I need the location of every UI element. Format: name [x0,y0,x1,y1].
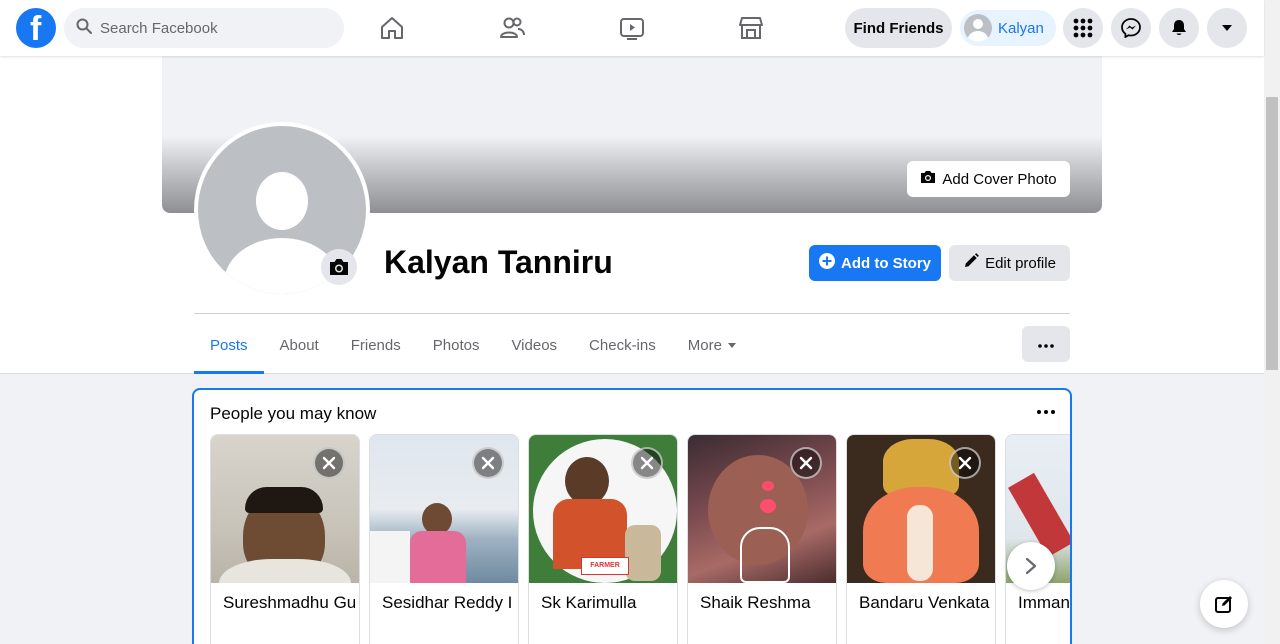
people-you-may-know-panel: People you may know Sureshmadhu Gu Sesid… [192,388,1072,644]
person-name[interactable]: Sureshmadhu Gu [223,593,359,613]
person-card[interactable]: Bandaru Venkata [846,434,996,644]
tab-more[interactable]: More [672,316,752,374]
marketplace-icon[interactable] [731,8,771,48]
home-icon[interactable] [372,8,412,48]
watch-icon[interactable] [612,8,652,48]
remove-suggestion-close-icon[interactable] [472,447,504,479]
header-divider [194,313,1070,314]
person-card[interactable]: Sureshmadhu Gu [210,434,360,644]
profile-shortcut[interactable]: Kalyan [960,10,1056,46]
remove-suggestion-close-icon[interactable] [790,447,822,479]
remove-suggestion-close-icon[interactable] [313,447,345,479]
update-profile-picture-camera-icon[interactable] [321,249,357,285]
person-name[interactable]: Imman [1018,593,1070,613]
tab-check-ins[interactable]: Check-ins [573,316,672,374]
facebook-logo[interactable]: f [16,8,56,48]
profile-options-button[interactable] [1022,326,1070,362]
person-name[interactable]: Sesidhar Reddy I [382,593,518,613]
new-message-compose-icon[interactable] [1200,580,1248,628]
search-icon [76,18,92,39]
profile-name: Kalyan Tanniru [384,244,613,280]
person-card[interactable]: Imman [1005,434,1070,644]
account-chevron-down-icon[interactable] [1207,8,1247,48]
search-box[interactable] [64,8,344,48]
search-input[interactable] [100,19,320,37]
tab-about[interactable]: About [264,316,335,374]
profile-header: Add Cover Photo Kalyan Tanniru Add to St… [0,56,1264,374]
page-scrollbar[interactable] [1264,0,1280,644]
tab-posts[interactable]: Posts [194,316,264,374]
more-dots-icon [1038,335,1054,353]
profile-tabs: Posts About Friends Photos Videos Check-… [194,316,752,374]
pencil-icon [963,253,979,273]
add-to-story-button[interactable]: Add to Story [809,245,941,281]
suggestion-carousel: Sureshmadhu Gu Sesidhar Reddy I FARMER S… [210,434,1070,644]
plus-circle-icon [819,253,835,273]
tab-friends[interactable]: Friends [335,316,417,374]
friends-icon[interactable] [492,8,532,48]
remove-suggestion-close-icon[interactable] [631,447,663,479]
avatar [964,14,992,42]
top-navigation-bar: f Find Friends Kalyan [0,0,1264,56]
remove-suggestion-close-icon[interactable] [949,447,981,479]
person-card[interactable]: Sesidhar Reddy I [369,434,519,644]
person-name[interactable]: Shaik Reshma [700,593,836,613]
add-cover-photo-button[interactable]: Add Cover Photo [907,161,1070,197]
person-card[interactable]: Shaik Reshma [687,434,837,644]
caret-down-icon [727,342,736,348]
messenger-icon[interactable] [1111,8,1151,48]
person-name[interactable]: Bandaru Venkata [859,593,995,613]
tab-photos[interactable]: Photos [417,316,496,374]
person-card[interactable]: FARMER Sk Karimulla [528,434,678,644]
camera-icon [920,170,936,188]
notifications-bell-icon[interactable] [1159,8,1199,48]
carousel-next-chevron-right-icon[interactable] [1007,542,1055,590]
panel-title: People you may know [210,404,377,423]
find-friends-button[interactable]: Find Friends [845,8,952,48]
more-dots-icon[interactable] [1028,400,1064,424]
menu-grid-icon[interactable] [1063,8,1103,48]
edit-profile-button[interactable]: Edit profile [949,245,1070,281]
person-name[interactable]: Sk Karimulla [541,593,677,613]
scrollbar-thumb[interactable] [1266,97,1278,370]
tab-videos[interactable]: Videos [495,316,573,374]
